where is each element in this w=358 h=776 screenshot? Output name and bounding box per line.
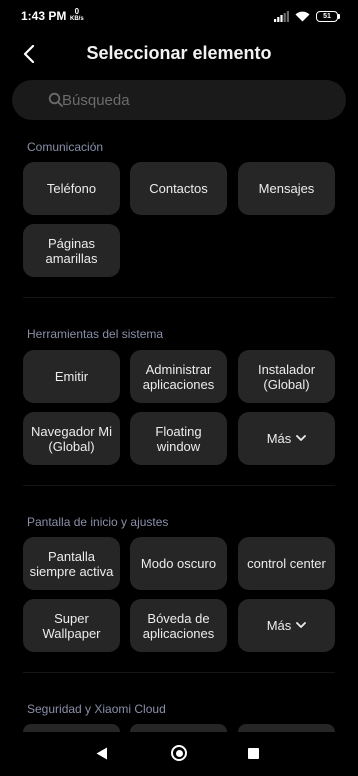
more-button-pantalla[interactable]: Más (238, 599, 335, 652)
tile-emitir[interactable]: Emitir (23, 350, 120, 403)
section-title-herramientas: Herramientas del sistema (27, 327, 164, 341)
page-title: Seleccionar elemento (86, 43, 272, 63)
tile-boveda-aplicaciones[interactable]: Bóveda de aplicaciones (130, 599, 227, 652)
section-divider (23, 485, 335, 486)
home-circle-icon[interactable] (171, 745, 187, 761)
recents-square-icon[interactable] (248, 748, 259, 759)
tile-label: Emitir (54, 369, 89, 384)
more-label: Más (266, 618, 292, 633)
chevron-down-icon (296, 435, 307, 441)
tile-label: Mensajes (258, 181, 315, 196)
section-title-pantalla: Pantalla de inicio y ajustes (27, 515, 169, 529)
tile-label: Modo oscuro (140, 556, 217, 571)
header: Seleccionar elemento (0, 36, 358, 72)
tile-label: Contactos (149, 181, 208, 196)
search-input[interactable] (62, 80, 332, 120)
search-bar[interactable] (12, 80, 346, 120)
tile-control-center[interactable]: control center (238, 537, 335, 590)
status-time: 1:43 PM (21, 9, 67, 23)
section-title-seguridad: Seguridad y Xiaomi Cloud (27, 702, 166, 716)
status-icons: 51 (274, 9, 340, 23)
signal-icon (274, 10, 289, 22)
navigation-bar (0, 732, 358, 776)
tile-navegador-mi[interactable]: Navegador Mi (Global) (23, 412, 120, 465)
tile-label: Pantalla siempre activa (29, 548, 114, 579)
section-title-comunicacion: Comunicación (27, 140, 104, 154)
tile-label: Páginas amarillas (45, 235, 98, 266)
battery-icon: 51 (316, 10, 340, 22)
tile-label: Instalador (Global) (257, 361, 316, 392)
tile-label: control center (247, 556, 326, 571)
more-button-herramientas[interactable]: Más (238, 412, 335, 465)
tile-contactos[interactable]: Contactos (130, 162, 227, 215)
tile-modo-oscuro[interactable]: Modo oscuro (130, 537, 227, 590)
tile-partial[interactable] (23, 724, 120, 732)
tile-label: Administrar aplicaciones (142, 361, 215, 392)
back-triangle-icon[interactable] (96, 747, 108, 760)
tile-label: Bóveda de aplicaciones (142, 610, 215, 641)
tile-paginas-amarillas[interactable]: Páginas amarillas (23, 224, 120, 277)
section-divider (23, 297, 335, 298)
tile-label: Super Wallpaper (42, 610, 101, 641)
tile-floating-window[interactable]: Floating window (130, 412, 227, 465)
tile-label: Navegador Mi (Global) (31, 423, 112, 454)
tile-pantalla-siempre-activa[interactable]: Pantalla siempre activa (23, 537, 120, 590)
section-divider (23, 672, 335, 673)
tile-instalador-global[interactable]: Instalador (Global) (238, 350, 335, 403)
wifi-icon (295, 11, 310, 21)
battery-level: 51 (316, 10, 338, 22)
status-bar: 1:43 PM 0 KB/s 51 (0, 0, 358, 32)
network-speed: 0 KB/s (70, 7, 84, 23)
chevron-down-icon (296, 622, 307, 628)
more-label: Más (266, 431, 292, 446)
tile-mensajes[interactable]: Mensajes (238, 162, 335, 215)
tile-partial[interactable] (130, 724, 227, 732)
home-dot (175, 749, 183, 757)
tile-administrar-aplicaciones[interactable]: Administrar aplicaciones (130, 350, 227, 403)
network-speed-value: 0 (74, 7, 80, 16)
network-speed-unit: KB/s (70, 16, 84, 22)
tile-telefono[interactable]: Teléfono (23, 162, 120, 215)
tile-label: Teléfono (46, 181, 97, 196)
tile-label: Floating window (155, 423, 202, 454)
tile-partial[interactable] (238, 724, 335, 732)
tile-super-wallpaper[interactable]: Super Wallpaper (23, 599, 120, 652)
